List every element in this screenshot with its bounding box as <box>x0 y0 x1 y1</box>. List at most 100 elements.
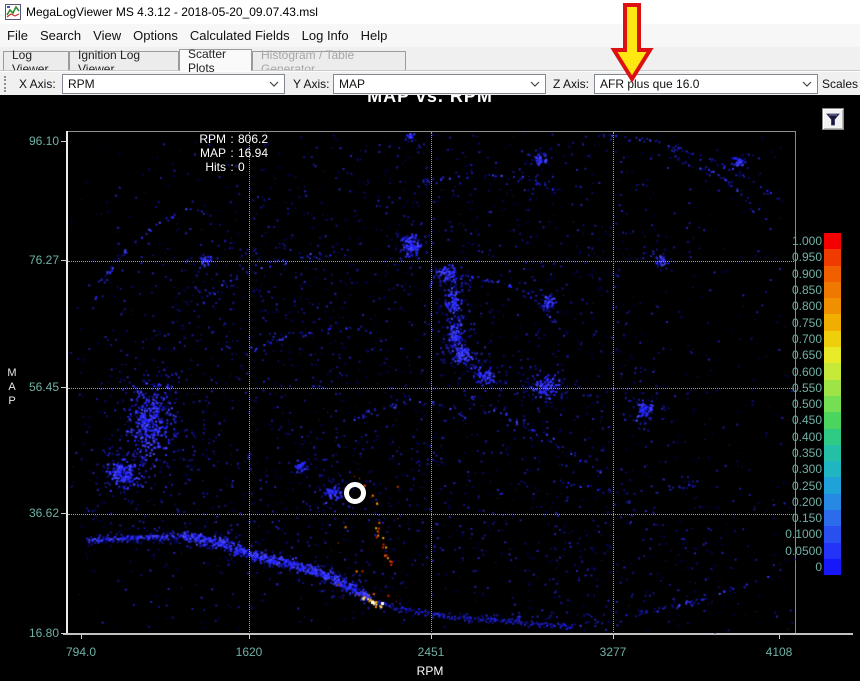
color-scale-row: 0.600 <box>772 363 841 379</box>
y-tick-label: 16.80 <box>0 626 62 640</box>
gridline-horizontal <box>68 261 796 262</box>
color-scale-row: 0 <box>772 559 841 575</box>
color-scale-value: 0.150 <box>772 511 824 525</box>
color-scale-swatch <box>824 282 841 298</box>
chevron-down-icon <box>269 81 279 87</box>
readout-row: RPM:806.2 <box>190 132 268 146</box>
y-axis-select[interactable]: MAP <box>333 74 546 94</box>
color-scale-row: 0.500 <box>772 396 841 412</box>
color-scale-value: 1.000 <box>772 234 824 248</box>
color-scale-value: 0.900 <box>772 267 824 281</box>
y-tick-label: 76.27 <box>0 253 62 267</box>
gridline-vertical <box>613 132 614 634</box>
color-scale-value: 0.850 <box>772 283 824 297</box>
color-scale-row: 0.1000 <box>772 526 841 542</box>
color-scale-value: 0.1000 <box>772 527 824 541</box>
color-scale-value: 0.800 <box>772 299 824 313</box>
app-icon <box>5 4 21 20</box>
color-scale-value: 0.350 <box>772 446 824 460</box>
menu-item-calculated-fields[interactable]: Calculated Fields <box>184 24 296 47</box>
tab-scatter-plots[interactable]: Scatter Plots <box>179 49 252 71</box>
color-scale-swatch <box>824 314 841 330</box>
x-tick-mark <box>613 635 614 639</box>
color-scale-swatch <box>824 331 841 347</box>
color-scale-value: 0.550 <box>772 381 824 395</box>
chevron-down-icon <box>802 81 812 87</box>
x-tick-label: 4108 <box>749 645 809 659</box>
x-axis-select[interactable]: RPM <box>62 74 285 94</box>
color-scale-value: 0.600 <box>772 365 824 379</box>
chart-title: MAP vs. RPM <box>0 95 860 107</box>
color-scale-swatch <box>824 266 841 282</box>
readout-label: MAP <box>190 146 226 160</box>
color-scale-value: 0 <box>772 560 824 574</box>
x-axis-value: RPM <box>68 77 95 91</box>
x-tick-mark <box>779 635 780 639</box>
color-scale-row: 1.000 <box>772 233 841 249</box>
color-scale-row: 0.150 <box>772 510 841 526</box>
color-scale: 1.0000.9500.9000.8500.8000.7500.7000.650… <box>772 233 841 575</box>
x-tick-label: 794.0 <box>51 645 111 659</box>
color-scale-swatch <box>824 526 841 542</box>
tab-ignition-log-viewer[interactable]: Ignition Log Viewer <box>69 51 179 71</box>
color-scale-value: 0.500 <box>772 397 824 411</box>
color-scale-value: 0.400 <box>772 430 824 444</box>
color-scale-swatch <box>824 380 841 396</box>
x-axis-title: RPM <box>0 664 860 678</box>
x-tick-mark <box>249 635 250 639</box>
tab-log-viewer[interactable]: Log Viewer <box>3 51 69 71</box>
color-scale-swatch <box>824 298 841 314</box>
color-scale-swatch <box>824 510 841 526</box>
gridline-horizontal <box>68 514 796 515</box>
menu-item-log-info[interactable]: Log Info <box>296 24 355 47</box>
y-axis-label: Y Axis: <box>293 72 329 96</box>
color-scale-value: 0.300 <box>772 462 824 476</box>
x-tick-label: 1620 <box>219 645 279 659</box>
y-tick-mark <box>61 141 67 142</box>
filter-funnel-icon <box>826 113 840 126</box>
x-tick-mark <box>431 635 432 639</box>
color-scale-swatch <box>824 249 841 265</box>
color-scale-value: 0.750 <box>772 316 824 330</box>
app-window: MegaLogViewer MS 4.3.12 - 2018-05-20_09.… <box>0 0 860 681</box>
color-scale-row: 0.450 <box>772 412 841 428</box>
filter-button[interactable] <box>822 108 844 130</box>
cursor-readout: RPM:806.2MAP:16.94Hits:0 <box>190 132 268 174</box>
menu-item-help[interactable]: Help <box>355 24 394 47</box>
toolbar-drag-handle[interactable] <box>4 76 7 92</box>
readout-row: Hits:0 <box>190 160 268 174</box>
color-scale-row: 0.850 <box>772 282 841 298</box>
y-tick-mark <box>61 260 67 261</box>
chart-panel: MAP vs. RPM 96.1076.2756.4536.6216.80 79… <box>0 95 860 681</box>
color-scale-row: 0.350 <box>772 445 841 461</box>
color-scale-value: 0.0500 <box>772 544 824 558</box>
menu-item-file[interactable]: File <box>1 24 34 47</box>
color-scale-row: 0.900 <box>772 266 841 282</box>
y-tick-label: 36.62 <box>0 506 62 520</box>
color-scale-value: 0.650 <box>772 348 824 362</box>
color-scale-row: 0.200 <box>772 494 841 510</box>
color-scale-row: 0.650 <box>772 347 841 363</box>
scatter-canvas <box>68 132 796 634</box>
menu-item-options[interactable]: Options <box>127 24 184 47</box>
color-scale-swatch <box>824 347 841 363</box>
x-axis-label: X Axis: <box>19 72 56 96</box>
y-axis-title: MAP <box>5 366 19 408</box>
axis-toolbar: X Axis: RPM Y Axis: MAP Z Axis: AFR plus… <box>0 71 860 95</box>
color-scale-row: 0.950 <box>772 249 841 265</box>
color-scale-value: 0.450 <box>772 413 824 427</box>
y-tick-mark <box>61 387 67 388</box>
color-scale-swatch <box>824 412 841 428</box>
annotation-down-arrow-icon <box>606 2 658 84</box>
plot-area[interactable] <box>68 131 796 633</box>
color-scale-value: 0.950 <box>772 250 824 264</box>
color-scale-row: 0.800 <box>772 298 841 314</box>
menu-item-search[interactable]: Search <box>34 24 87 47</box>
color-scale-swatch <box>824 445 841 461</box>
readout-label: Hits <box>190 160 226 174</box>
color-scale-swatch <box>824 477 841 493</box>
y-tick-mark <box>61 633 67 634</box>
menu-item-view[interactable]: View <box>87 24 127 47</box>
y-axis-value: MAP <box>339 77 365 91</box>
scales-button[interactable]: Scales <box>822 72 858 96</box>
